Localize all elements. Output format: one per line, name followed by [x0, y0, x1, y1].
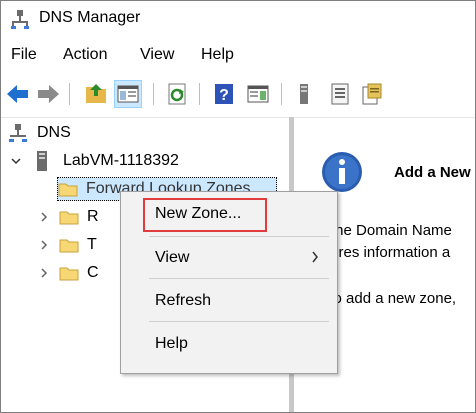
- help-icon[interactable]: ?: [211, 81, 237, 107]
- context-menu-label: View: [155, 249, 190, 266]
- menu-separator: [149, 236, 329, 237]
- folder-icon: [59, 239, 79, 253]
- menu-view[interactable]: View: [140, 46, 174, 64]
- dns-icon: [9, 124, 27, 142]
- show-hide-console-tree-icon[interactable]: [114, 80, 142, 108]
- tree-label-dns: DNS: [37, 124, 71, 141]
- chevron-right-icon[interactable]: [39, 212, 49, 222]
- svg-text:?: ?: [219, 87, 229, 104]
- context-menu-refresh[interactable]: Refresh: [121, 285, 337, 317]
- forward-arrow-icon[interactable]: [35, 81, 61, 107]
- context-menu: New Zone... View Refresh Help: [120, 191, 338, 374]
- menu-bar: File Action View Help: [1, 41, 475, 69]
- window-title: DNS Manager: [39, 9, 141, 26]
- menu-action[interactable]: Action: [63, 46, 107, 64]
- tree-label-r: R: [87, 208, 99, 225]
- toolbar: ?: [1, 73, 475, 117]
- server-icon: [37, 151, 47, 171]
- tree-label-t: T: [87, 236, 97, 253]
- properties-icon[interactable]: [359, 81, 385, 107]
- menu-separator: [149, 321, 329, 322]
- tree-item-conditional-forwarders[interactable]: C: [59, 262, 99, 284]
- chevron-right-icon[interactable]: [39, 268, 49, 278]
- tree-item-server[interactable]: LabVM-1118392: [35, 150, 179, 172]
- dns-manager-icon: [11, 10, 29, 29]
- context-menu-help[interactable]: Help: [121, 328, 337, 360]
- details-heading: Add a New: [394, 164, 471, 181]
- folder-icon: [58, 183, 78, 197]
- list-view-icon[interactable]: [327, 81, 353, 107]
- menu-help[interactable]: Help: [201, 46, 234, 64]
- back-arrow-icon[interactable]: [5, 81, 31, 107]
- folder-icon: [59, 211, 79, 225]
- details-text-line: tores information a: [326, 244, 451, 261]
- context-menu-view[interactable]: View: [121, 242, 337, 274]
- menu-separator: [149, 278, 329, 279]
- tree-label-server: LabVM-1118392: [63, 152, 179, 169]
- context-menu-label: Refresh: [155, 292, 212, 309]
- toolbar-separator: [69, 83, 70, 105]
- dns-manager-window: DNS Manager File Action View Help ? DNS …: [0, 0, 476, 413]
- chevron-down-icon[interactable]: [11, 156, 21, 166]
- toolbar-separator: [153, 83, 154, 105]
- tree-label-c: C: [87, 264, 99, 281]
- server-icon[interactable]: [291, 81, 317, 107]
- up-folder-icon[interactable]: [83, 81, 109, 107]
- tree-item-trust-points[interactable]: T: [59, 234, 97, 256]
- highlight-box: [143, 198, 267, 232]
- details-text-line: To add a new zone,: [326, 290, 457, 307]
- title-bar: DNS Manager: [1, 1, 475, 37]
- refresh-icon[interactable]: [165, 81, 191, 107]
- chevron-right-icon[interactable]: [39, 240, 49, 250]
- submenu-arrow-icon: [312, 251, 318, 263]
- folder-icon: [59, 267, 79, 281]
- show-hide-action-pane-icon[interactable]: [245, 81, 271, 107]
- tree-item-dns[interactable]: DNS: [9, 122, 71, 144]
- toolbar-separator: [199, 83, 200, 105]
- info-icon: [322, 152, 362, 192]
- menu-file[interactable]: File: [11, 46, 37, 64]
- context-menu-label: Help: [155, 335, 188, 352]
- details-text-line: The Domain Name: [326, 222, 452, 239]
- tree-item-reverse-lookup-zones[interactable]: R: [59, 206, 99, 228]
- toolbar-separator: [281, 83, 282, 105]
